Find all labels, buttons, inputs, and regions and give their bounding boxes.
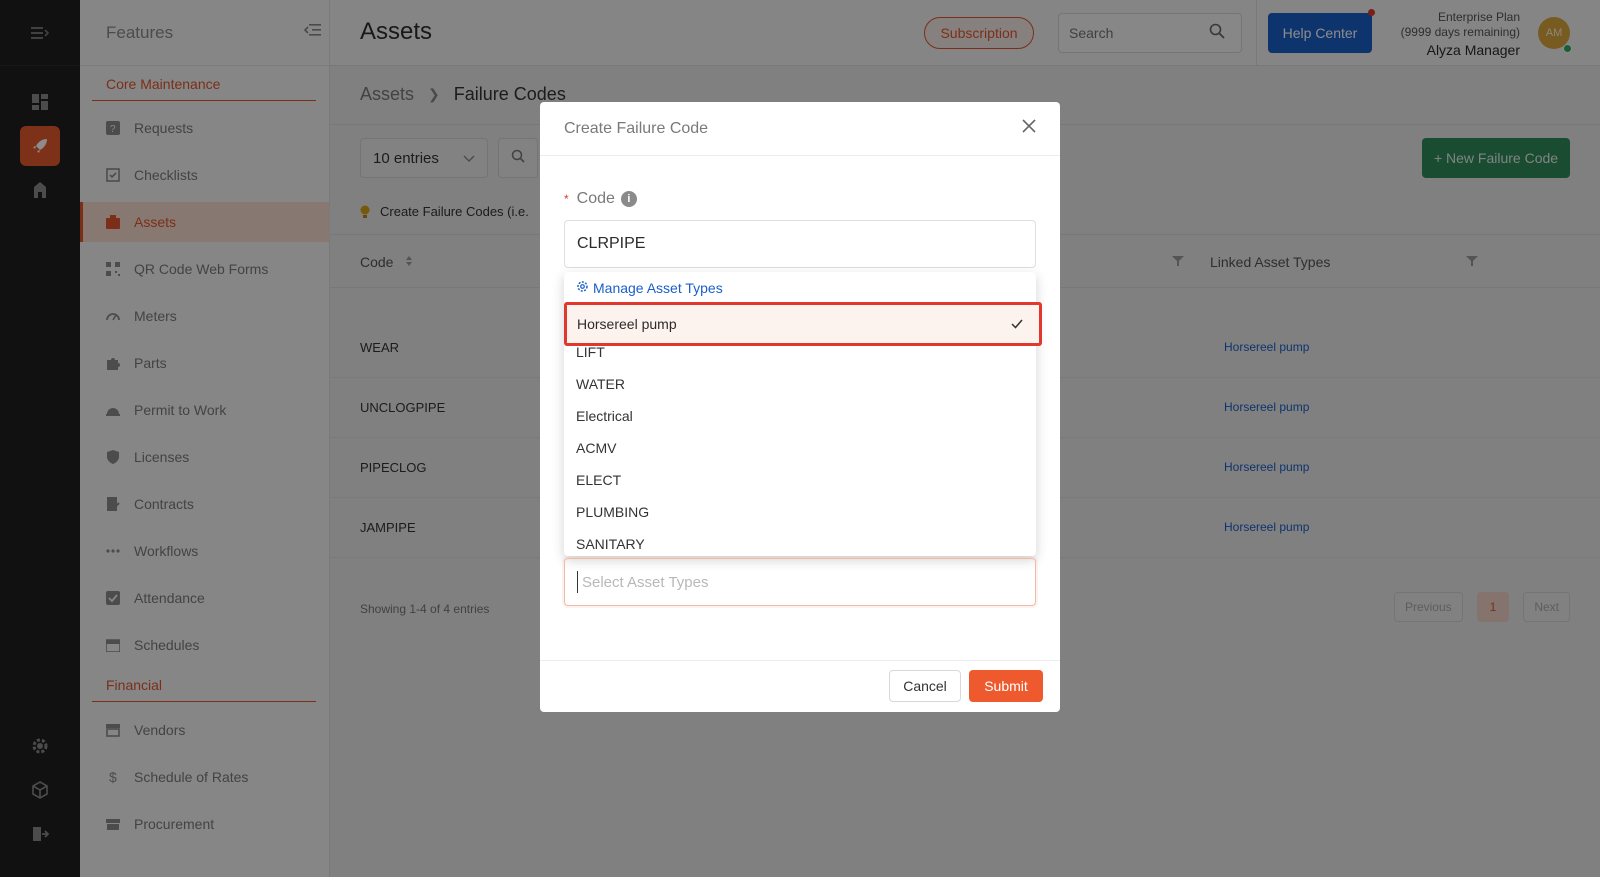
code-input-value: CLRPIPE <box>577 235 646 252</box>
option-acmv[interactable]: ACMV <box>564 432 1036 464</box>
option-horsereel-pump-selected[interactable]: Horsereel pump <box>564 302 1042 346</box>
manage-asset-types-label: Manage Asset Types <box>593 280 723 296</box>
text-cursor <box>577 571 578 593</box>
required-asterisk: * <box>564 192 569 206</box>
create-failure-code-modal: Create Failure Code * Code i CLRPIPE Man… <box>540 102 1060 712</box>
code-input[interactable]: CLRPIPE <box>564 220 1036 268</box>
option-sanitary[interactable]: SANITARY <box>564 528 1036 556</box>
asset-types-input[interactable] <box>582 573 1022 591</box>
modal-header: Create Failure Code <box>540 102 1060 156</box>
modal-title: Create Failure Code <box>564 119 709 137</box>
info-icon[interactable]: i <box>620 191 637 207</box>
option-water[interactable]: WATER <box>564 368 1036 400</box>
code-label-text: Code <box>576 190 615 207</box>
asset-types-select[interactable] <box>564 558 1036 606</box>
checkmark-icon <box>1011 316 1023 332</box>
manage-asset-types-link[interactable]: Manage Asset Types <box>576 280 723 296</box>
code-field-label: * Code i <box>564 190 637 208</box>
submit-button[interactable]: Submit <box>969 670 1043 702</box>
close-icon[interactable] <box>1022 119 1036 138</box>
option-electrical[interactable]: Electrical <box>564 400 1036 432</box>
gear-icon <box>576 280 593 296</box>
option-plumbing[interactable]: PLUMBING <box>564 496 1036 528</box>
modal-footer: Cancel Submit <box>540 660 1060 712</box>
option-elect[interactable]: ELECT <box>564 464 1036 496</box>
option-label: Horsereel pump <box>577 316 677 332</box>
cancel-button[interactable]: Cancel <box>889 670 961 702</box>
